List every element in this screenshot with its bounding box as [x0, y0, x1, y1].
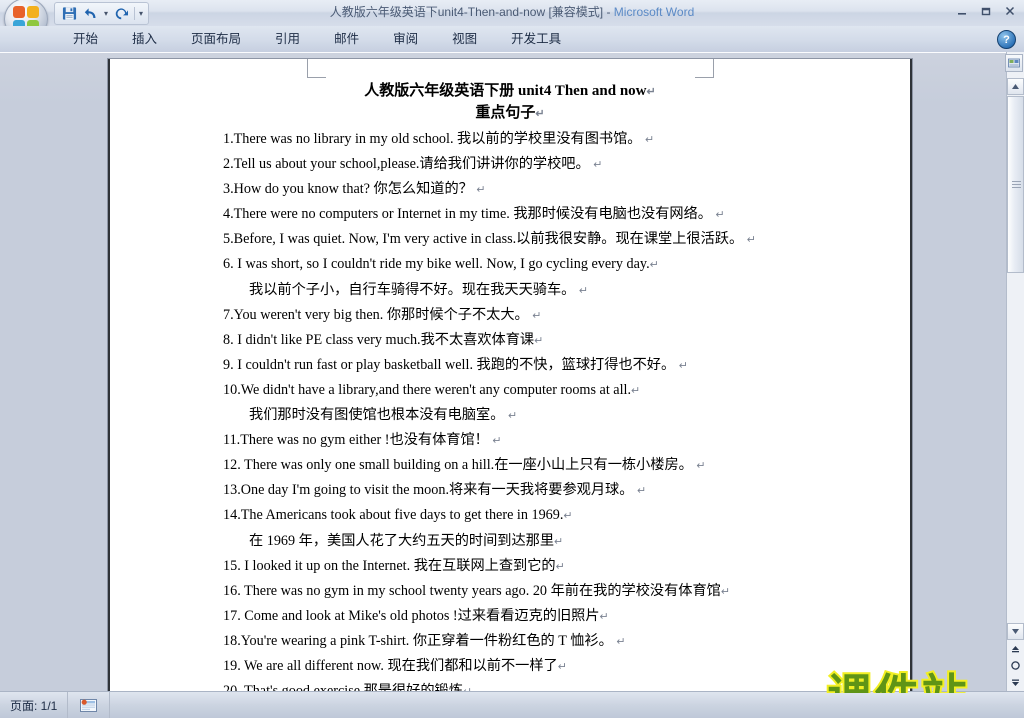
window-title: 人教版六年级英语下unit4-Then-and-now [兼容模式] - Mic… — [0, 3, 1024, 20]
document-line: 8. I didn't like PE class very much.我不太喜… — [223, 331, 544, 348]
scrollbar-thumb[interactable] — [1007, 96, 1024, 273]
document-line: 7.You weren't very big then. 你那时候个子不太大。 … — [223, 306, 542, 323]
undo-dropdown-icon[interactable]: ▾ — [104, 9, 108, 18]
document-line: 1.There was no library in my old school.… — [223, 131, 655, 147]
tab-view[interactable]: 视图 — [435, 26, 494, 52]
paragraph-mark: ↵ — [678, 359, 688, 372]
ribbon-tabs: 开始 插入 页面布局 引用 邮件 审阅 视图 开发工具 — [56, 26, 578, 52]
status-page-indicator[interactable]: 页面: 1/1 — [0, 692, 69, 718]
document-subheading: 重点句子↵ — [475, 105, 545, 121]
help-icon[interactable]: ? — [997, 30, 1016, 49]
margin-mark-top-right — [695, 59, 714, 78]
tab-home[interactable]: 开始 — [56, 26, 115, 52]
paragraph-mark: ↵ — [631, 384, 641, 397]
paragraph-mark: ↵ — [636, 485, 647, 498]
tab-insert[interactable]: 插入 — [115, 26, 174, 52]
undo-icon[interactable] — [82, 5, 101, 22]
status-bar: 页面: 1/1 — [0, 691, 1024, 718]
paragraph-mark: ↵ — [557, 660, 567, 673]
paragraph-mark: ↵ — [507, 410, 518, 423]
tab-page-layout[interactable]: 页面布局 — [174, 26, 258, 52]
paragraph-mark: ↵ — [555, 560, 565, 573]
paragraph-mark: ↵ — [532, 309, 542, 322]
paragraph-mark: ↵ — [616, 635, 626, 648]
paragraph-mark: ↵ — [599, 610, 609, 623]
window-controls — [952, 2, 1020, 20]
tab-developer[interactable]: 开发工具 — [494, 26, 578, 52]
window-title-separator: - — [603, 5, 614, 19]
document-body: 人教版六年级英语下册 unit4 Then and now↵ 重点句子↵ 1.T… — [110, 81, 910, 693]
redo-icon[interactable] — [111, 5, 130, 22]
document-line: 9. I couldn't run fast or play basketbal… — [223, 356, 688, 373]
paragraph-mark: ↵ — [593, 159, 603, 172]
paragraph-mark: ↵ — [563, 510, 573, 523]
paragraph-mark: ↵ — [578, 284, 589, 297]
document-workspace[interactable]: 人教版六年级英语下册 unit4 Then and now↵ 重点句子↵ 1.T… — [0, 52, 1024, 693]
paragraph-mark: ↵ — [554, 535, 564, 548]
proofing-icon — [80, 698, 98, 713]
document-line: 我们那时没有图使馆也根本没有电脑室。 ↵ — [249, 407, 518, 424]
document-line: 17. Come and look at Mike's old photos !… — [223, 607, 609, 624]
tab-review[interactable]: 审阅 — [376, 26, 435, 52]
document-page[interactable]: 人教版六年级英语下册 unit4 Then and now↵ 重点句子↵ 1.T… — [108, 59, 912, 693]
qat-separator — [134, 7, 136, 20]
document-line: 16. There was no gym in my school twenty… — [223, 582, 731, 599]
document-line: 15. I looked it up on the Internet. 我在互联… — [223, 557, 565, 574]
paragraph-mark: ↵ — [645, 134, 655, 146]
customize-qat-icon[interactable]: ▾ — [139, 9, 143, 18]
scroll-down-button[interactable] — [1007, 623, 1024, 640]
word-window: 人教版六年级英语下unit4-Then-and-now [兼容模式] - Mic… — [0, 0, 1024, 718]
document-line: 4.There were no computers or Internet in… — [223, 206, 725, 223]
margin-mark-top-left — [307, 59, 326, 78]
document-line: 11.There was no gym either !也没有体育馆！ ↵ — [223, 432, 502, 449]
tab-references[interactable]: 引用 — [258, 26, 317, 52]
document-line: 3.How do you know that? 你怎么知道的？ ↵ — [223, 181, 486, 198]
document-line: 18.You're wearing a pink T-shirt. 你正穿着一件… — [223, 632, 626, 649]
document-line: 14.The Americans took about five days to… — [223, 507, 573, 524]
view-ruler-icon[interactable] — [1005, 54, 1023, 72]
document-line: 2.Tell us about your school,please.请给我们讲… — [223, 156, 603, 173]
title-bar: 人教版六年级英语下unit4-Then-and-now [兼容模式] - Mic… — [0, 0, 1024, 27]
document-lines: 1.There was no library in my old school.… — [110, 127, 910, 693]
window-title-document: 人教版六年级英语下unit4-Then-and-now [兼容模式] — [329, 5, 604, 19]
minimize-button[interactable] — [952, 3, 972, 19]
ribbon-tab-bar: 开始 插入 页面布局 引用 邮件 审阅 视图 开发工具 ? — [0, 26, 1024, 53]
document-line: 6. I was short, so I couldn't ride my bi… — [223, 256, 659, 273]
document-line: 10.We didn't have a library,and there we… — [223, 381, 641, 398]
save-icon[interactable] — [60, 5, 79, 22]
document-line: 在 1969 年，美国人花了大约五天的时间到达那里↵ — [249, 532, 564, 549]
paragraph-mark: ↵ — [649, 259, 659, 272]
tab-mailings[interactable]: 邮件 — [317, 26, 376, 52]
paragraph-mark: ↵ — [534, 334, 544, 347]
scroll-up-button[interactable] — [1007, 78, 1024, 95]
paragraph-mark: ↵ — [476, 184, 486, 197]
paragraph-mark: ↵ — [535, 108, 545, 120]
paragraph-mark: ↵ — [720, 585, 731, 598]
previous-page-icon[interactable] — [1008, 641, 1023, 656]
document-line: 我以前个子小，自行车骑得不好。现在我天天骑车。 ↵ — [249, 281, 589, 298]
status-spacer — [110, 692, 1024, 718]
document-line: 5.Before, I was quiet. Now, I'm very act… — [223, 231, 756, 248]
document-heading: 人教版六年级英语下册 unit4 Then and now↵ — [364, 83, 656, 99]
close-button[interactable] — [1000, 3, 1020, 19]
watermark-logo: 课件站 www.kjzhan.com — [784, 665, 1012, 694]
document-line: 12. There was only one small building on… — [223, 457, 706, 474]
vertical-scrollbar[interactable] — [1005, 52, 1024, 692]
paragraph-mark: ↵ — [646, 86, 656, 98]
document-line: 13.One day I'm going to visit the moon.将… — [223, 482, 647, 499]
window-title-app: Microsoft Word — [613, 5, 695, 19]
status-proofing-button[interactable] — [68, 692, 111, 718]
paragraph-mark: ↵ — [492, 435, 502, 448]
paragraph-mark: ↵ — [746, 234, 756, 247]
scrollbar-grip-icon — [1012, 180, 1021, 189]
restore-button[interactable] — [976, 3, 996, 19]
quick-access-toolbar: ▾ ▾ — [54, 2, 150, 25]
watermark-text: 课件站 — [825, 671, 968, 694]
paragraph-mark: ↵ — [696, 460, 706, 473]
paragraph-mark: ↵ — [715, 209, 725, 222]
